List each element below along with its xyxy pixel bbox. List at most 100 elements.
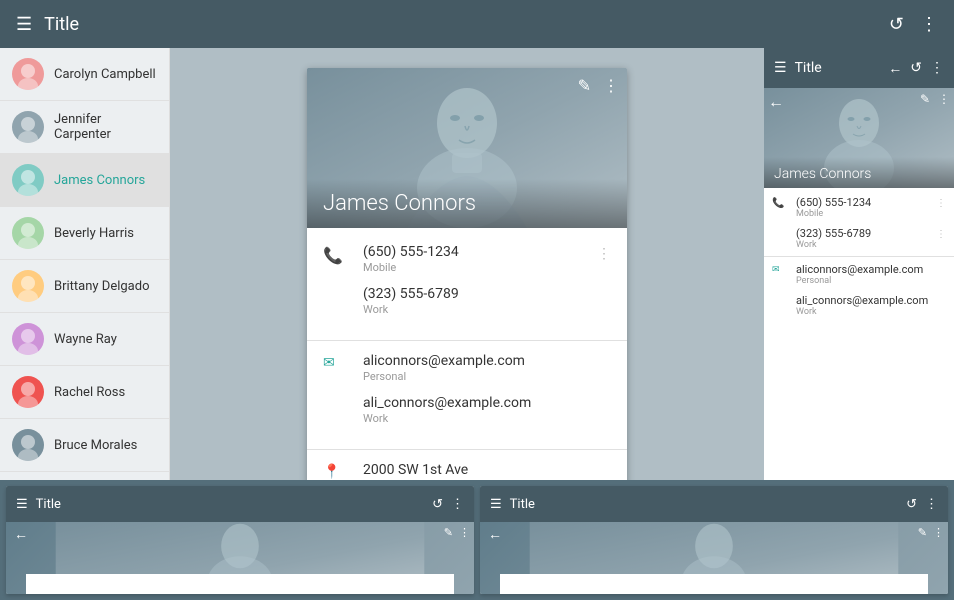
email-icon: ✉	[323, 355, 347, 371]
phone-content: (650) 555-1234 Mobile (323) 555-6789 Wor…	[363, 244, 597, 328]
bp2-more-icon[interactable]: ⋮	[925, 497, 938, 512]
bottom-toolbar-2: ☰ Title ↺ ⋮	[480, 486, 948, 522]
phone-field-2: (323) 555-6789 Work	[363, 286, 597, 316]
mini-toolbar: ☰ Title ← ↺ ⋮	[764, 48, 954, 88]
location-icon: 📍	[323, 464, 347, 480]
mini-refresh-icon[interactable]: ↺	[910, 60, 922, 76]
mini-hero-icons: ✎ ⋮	[920, 92, 950, 106]
divider-1	[307, 340, 627, 341]
mini-back-icon[interactable]: ←	[768, 92, 784, 112]
bp1-edit-icons: ✎ ⋮	[444, 526, 470, 539]
bp1-hero: ← ✎ ⋮	[6, 522, 474, 594]
bp2-hero: ← ✎ ⋮	[480, 522, 948, 594]
bp1-edit-icon[interactable]: ✎	[444, 526, 453, 539]
mini-phone-more-1[interactable]: ⋮	[936, 198, 946, 209]
bp2-white-box	[500, 574, 928, 594]
contact-avatar	[12, 270, 44, 302]
phone-field-1: (650) 555-1234 Mobile	[363, 244, 597, 274]
address-value-1: 2000 SW 1st Ave	[363, 462, 611, 478]
contact-item[interactable]: Carolyn Campbell	[0, 48, 169, 101]
contact-avatar	[12, 376, 44, 408]
mini-divider-1	[764, 256, 954, 257]
app-title: Title	[44, 14, 889, 35]
bp1-refresh-icon[interactable]: ↺	[432, 497, 443, 512]
bp1-title: Title	[36, 497, 424, 512]
mini-phone-more-2[interactable]: ⋮	[936, 229, 946, 240]
contact-name: Beverly Harris	[54, 226, 134, 241]
contact-name: Bruce Morales	[54, 438, 137, 453]
card-hero-overlay: James Connors	[307, 179, 627, 228]
card-hero: James Connors ✎ ⋮	[307, 68, 627, 228]
mini-email-row-1: ✉ aliconnors@example.com Personal	[764, 259, 954, 290]
bp1-more-icon[interactable]: ⋮	[451, 497, 464, 512]
contact-name: Wayne Ray	[54, 332, 117, 347]
contact-avatar	[12, 111, 44, 143]
card-more-icon[interactable]: ⋮	[603, 76, 619, 95]
mini-menu-icon[interactable]: ☰	[774, 60, 787, 76]
contact-hero-name: James Connors	[323, 191, 476, 216]
email-label-1: Personal	[363, 370, 611, 383]
toolbar-actions: ↺ ⋮	[889, 14, 938, 35]
bottom-panel-2: ☰ Title ↺ ⋮ ← ✎ ⋮	[480, 486, 948, 594]
refresh-icon[interactable]: ↺	[889, 14, 904, 35]
bottom-panel-1: ☰ Title ↺ ⋮ ← ✎ ⋮	[6, 486, 474, 594]
bp2-edit-icon[interactable]: ✎	[918, 526, 927, 539]
bp2-refresh-icon[interactable]: ↺	[906, 497, 917, 512]
mini-phone-row-1: 📞 (650) 555-1234 Mobile ⋮	[764, 192, 954, 223]
mini-card-body: 📞 (650) 555-1234 Mobile ⋮ (323) 555-6789…	[764, 188, 954, 325]
more-icon[interactable]: ⋮	[920, 14, 938, 35]
bp2-edit-icons: ✎ ⋮	[918, 526, 944, 539]
email-field-1: aliconnors@example.com Personal	[363, 353, 611, 383]
mini-back-nav[interactable]: ←	[888, 60, 902, 77]
contact-item[interactable]: Rachel Ross	[0, 366, 169, 419]
bp2-more-hero-icon[interactable]: ⋮	[933, 526, 944, 539]
contact-item[interactable]: Wayne Ray	[0, 313, 169, 366]
mini-hero-overlay: James Connors	[764, 157, 954, 188]
divider-2	[307, 449, 627, 450]
contact-name: Jennifer Carpenter	[54, 112, 157, 142]
bottom-toolbar-1: ☰ Title ↺ ⋮	[6, 486, 474, 522]
contact-item[interactable]: Jennifer Carpenter	[0, 101, 169, 154]
phone-label-1: Mobile	[363, 261, 597, 274]
contact-avatar	[12, 164, 44, 196]
mini-card-hero: James Connors ← ✎ ⋮	[764, 88, 954, 188]
mini-email-row-2: ali_connors@example.com Work	[764, 290, 954, 321]
bp2-title: Title	[510, 497, 898, 512]
mini-phone-content-2: (323) 555-6789 Work	[796, 227, 936, 250]
mini-app-title: Title	[795, 60, 881, 76]
mini-phone-icon: 📞	[772, 198, 788, 209]
contact-name: Carolyn Campbell	[54, 67, 156, 82]
bottom-panels-row: ☰ Title ↺ ⋮ ← ✎ ⋮	[0, 480, 954, 600]
bp2-menu-icon[interactable]: ☰	[490, 497, 502, 512]
bp1-back-icon[interactable]: ←	[14, 526, 28, 543]
mini-more-hero-icon[interactable]: ⋮	[938, 92, 950, 106]
contact-avatar	[12, 323, 44, 355]
email-section: ✉ aliconnors@example.com Personal ali_co…	[307, 345, 627, 445]
contact-avatar	[12, 429, 44, 461]
contact-name: James Connors	[54, 173, 145, 188]
mini-phone-content-1: (650) 555-1234 Mobile	[796, 196, 936, 219]
bp1-more-hero-icon[interactable]: ⋮	[459, 526, 470, 539]
contact-name: Brittany Delgado	[54, 279, 150, 294]
mini-email-icon: ✉	[772, 265, 788, 275]
top-toolbar: ☰ Title ↺ ⋮	[0, 0, 954, 48]
phone-icon: 📞	[323, 246, 347, 265]
contact-item[interactable]: Bruce Morales	[0, 419, 169, 472]
phone-value-2: (323) 555-6789	[363, 286, 597, 302]
bp1-menu-icon[interactable]: ☰	[16, 497, 28, 512]
email-content: aliconnors@example.com Personal ali_conn…	[363, 353, 611, 437]
mini-more-icon[interactable]: ⋮	[930, 60, 944, 76]
contact-item[interactable]: Beverly Harris	[0, 207, 169, 260]
phone-section: 📞 (650) 555-1234 Mobile (323) 555-6789 W…	[307, 236, 627, 336]
contact-item[interactable]: James Connors	[0, 154, 169, 207]
email-field-2: ali_connors@example.com Work	[363, 395, 611, 425]
contact-avatar	[12, 217, 44, 249]
phone-more-icon[interactable]: ⋮	[597, 246, 611, 262]
contact-avatar	[12, 58, 44, 90]
menu-icon[interactable]: ☰	[16, 14, 32, 35]
contact-item[interactable]: Brittany Delgado	[0, 260, 169, 313]
mini-email-content-2: ali_connors@example.com Work	[796, 294, 946, 317]
bp2-back-icon[interactable]: ←	[488, 526, 502, 543]
card-edit-icon[interactable]: ✎	[578, 76, 591, 95]
mini-edit-icon[interactable]: ✎	[920, 92, 930, 106]
